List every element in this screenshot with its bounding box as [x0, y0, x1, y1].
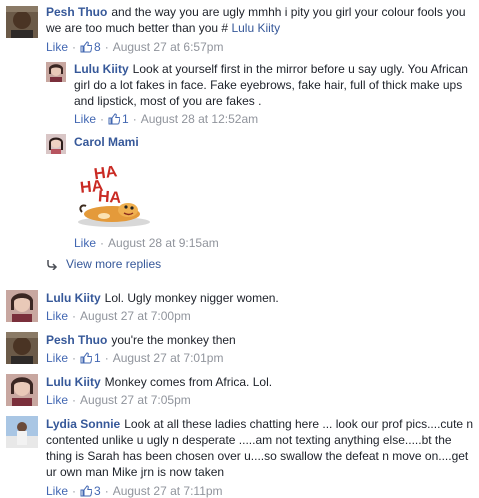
comment-timestamp[interactable]: August 27 at 7:01pm — [113, 351, 224, 365]
comment-timestamp[interactable]: August 27 at 7:00pm — [80, 309, 191, 323]
like-button[interactable]: Like — [74, 112, 96, 126]
comment-body: Lydia Sonnie Look at all these ladies cha… — [46, 416, 476, 480]
comment-text: Look at yourself first in the mirror bef… — [74, 62, 468, 108]
thumbs-up-icon — [80, 352, 93, 364]
like-button[interactable]: Like — [46, 484, 68, 498]
comment-author[interactable]: Pesh Thuo — [46, 5, 107, 19]
comment-timestamp[interactable]: August 28 at 12:52am — [141, 112, 258, 126]
view-more-replies-link[interactable]: View more replies — [46, 257, 161, 271]
avatar[interactable] — [6, 416, 38, 448]
avatar[interactable] — [6, 374, 38, 406]
comment-actions: Like · August 28 at 9:15am — [74, 236, 219, 250]
like-count[interactable]: 8 — [80, 40, 101, 54]
comment-body: Lulu Kiity Monkey comes from Africa. Lol. — [46, 374, 474, 390]
comment-actions: Like · 8 · August 27 at 6:57pm — [46, 40, 224, 54]
mention-link[interactable]: Lulu Kiity — [231, 21, 280, 35]
reply-arrow-icon — [47, 260, 58, 271]
comment-timestamp[interactable]: August 27 at 6:57pm — [113, 40, 224, 54]
comment-pesh-thuo-2: Pesh Thuo you're the monkey then Like · 1 · A… — [0, 328, 479, 368]
comment-actions: Like · 3 · August 27 at 7:11pm — [46, 484, 223, 498]
comment-lulu-kiity-1: Lulu Kiity Lol. Ugly monkey nigger women.… — [0, 286, 479, 326]
avatar[interactable] — [6, 6, 38, 38]
thumbs-up-icon — [80, 485, 93, 497]
avatar[interactable] — [46, 62, 66, 82]
haha-sticker[interactable]: HA HA HA — [74, 158, 154, 230]
avatar[interactable] — [6, 332, 38, 364]
comment-body: Carol Mami — [74, 134, 474, 150]
like-button[interactable]: Like — [74, 236, 96, 250]
comment-pesh-thuo-1: Pesh Thuo and the way you are ugly mmhh i… — [0, 0, 479, 58]
comment-text: Lol. Ugly monkey nigger women. — [104, 291, 279, 305]
reply-lulu-kiity: Lulu Kiity Look at yourself first in the … — [0, 58, 479, 128]
comment-author[interactable]: Lulu Kiity — [46, 375, 101, 389]
comment-author[interactable]: Carol Mami — [74, 135, 139, 149]
like-count[interactable]: 3 — [80, 484, 101, 498]
comment-actions: Like · 1 · August 28 at 12:52am — [74, 112, 259, 126]
comment-author[interactable]: Lulu Kiity — [46, 291, 101, 305]
thumbs-up-icon — [108, 113, 121, 125]
thumbs-up-icon — [80, 41, 93, 53]
reply-carol-mami: Carol Mami HA HA HA Like · August 28 at 9:… — [0, 128, 479, 252]
avatar[interactable] — [6, 290, 38, 322]
comment-author[interactable]: Pesh Thuo — [46, 333, 107, 347]
comment-body: Lulu Kiity Look at yourself first in the … — [74, 61, 474, 109]
comment-actions: Like · August 27 at 7:00pm — [46, 309, 191, 323]
comment-actions: Like · 1 · August 27 at 7:01pm — [46, 351, 224, 365]
like-button[interactable]: Like — [46, 393, 68, 407]
svg-text:HA: HA — [97, 188, 122, 207]
comment-lydia-sonnie: Lydia Sonnie Look at all these ladies cha… — [0, 412, 479, 498]
comment-body: Lulu Kiity Lol. Ugly monkey nigger women. — [46, 290, 474, 306]
comment-author[interactable]: Lydia Sonnie — [46, 417, 120, 431]
comment-text: Monkey comes from Africa. Lol. — [104, 375, 273, 389]
avatar[interactable] — [46, 134, 66, 154]
like-button[interactable]: Like — [46, 309, 68, 323]
like-count[interactable]: 1 — [108, 112, 129, 126]
like-button[interactable]: Like — [46, 40, 68, 54]
comment-actions: Like · August 27 at 7:05pm — [46, 393, 191, 407]
comment-body: Pesh Thuo you're the monkey then — [46, 332, 474, 348]
comment-text: you're the monkey then — [111, 333, 236, 347]
like-count[interactable]: 1 — [80, 351, 101, 365]
comment-timestamp[interactable]: August 27 at 7:05pm — [80, 393, 191, 407]
like-button[interactable]: Like — [46, 351, 68, 365]
comment-timestamp[interactable]: August 27 at 7:11pm — [113, 484, 223, 498]
comment-lulu-kiity-2: Lulu Kiity Monkey comes from Africa. Lol.… — [0, 370, 479, 410]
comment-timestamp[interactable]: August 28 at 9:15am — [108, 236, 219, 250]
comment-body: Pesh Thuo and the way you are ugly mmhh i… — [46, 4, 474, 36]
comment-author[interactable]: Lulu Kiity — [74, 62, 129, 76]
